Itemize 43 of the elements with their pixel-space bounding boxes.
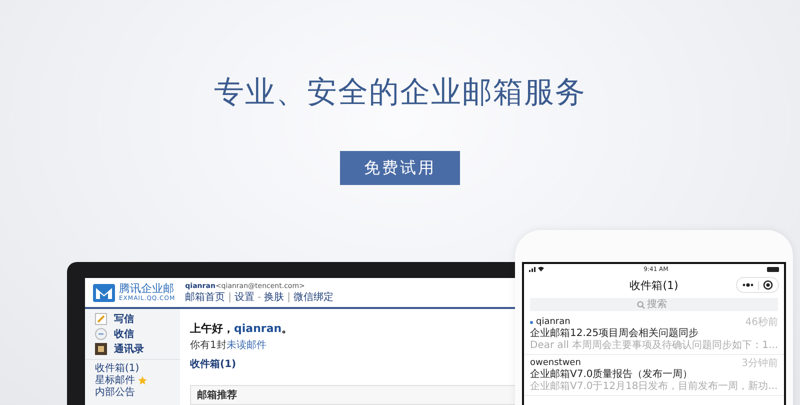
sender-name: qianran xyxy=(536,317,570,328)
mail-item[interactable]: owenstwen 3分钟前 企业邮箱V7.0质量报告（发布一周） 企业邮箱V7.0于12月18日发布，目前发布一周，新功... xyxy=(524,355,784,396)
sender-name: owenstwen xyxy=(530,358,581,368)
signal-icon xyxy=(529,266,545,272)
free-trial-button[interactable]: 免费试用 xyxy=(340,151,460,185)
folder-link[interactable]: 内部公告 xyxy=(95,385,135,399)
folder-link[interactable]: 收件箱(1) xyxy=(95,361,140,375)
sidebar-action[interactable]: 通讯录 xyxy=(95,341,180,356)
sidebar-action[interactable]: 写信 xyxy=(95,311,180,326)
inbox-link[interactable]: 收件箱(1) xyxy=(190,357,236,371)
inbox-title: 收件箱(1) xyxy=(630,278,678,292)
envelope-logo-icon xyxy=(93,284,115,302)
folder-link[interactable]: 星标邮件 xyxy=(95,373,135,387)
mail-subject: 企业邮箱12.25项目周会相关问题同步 xyxy=(530,328,700,340)
headline: 专业、安全的企业邮箱服务 xyxy=(214,74,586,112)
nav-separator: - xyxy=(258,292,262,304)
inbox-icon xyxy=(95,328,107,340)
more-icon[interactable] xyxy=(742,283,754,287)
star-icon xyxy=(138,376,147,384)
nav-link[interactable]: 设置 xyxy=(234,292,255,304)
mail-time: 3分钟前 xyxy=(742,358,778,369)
search-icon xyxy=(637,300,645,308)
nav-link[interactable]: 邮箱首页 xyxy=(185,292,226,304)
sidebar-action[interactable]: 收信 xyxy=(95,326,180,341)
pencil-icon xyxy=(95,312,107,324)
nav-separator: | xyxy=(228,292,232,304)
panel-title: 邮箱推荐 xyxy=(197,388,238,402)
nav-link[interactable]: 换肤 xyxy=(264,292,284,304)
mail-preview: 企业邮箱V7.0于12月18日发布，目前发布一周，新功... xyxy=(530,381,778,393)
greeting: 上午好，qianran。 xyxy=(190,322,293,336)
nav-link[interactable]: 微信绑定 xyxy=(294,292,334,304)
mail-preview: Dear all 本周周会主要事项及待确认问题同步如下：1... xyxy=(530,340,778,352)
unread-notice: 你有1封未读邮件 xyxy=(190,340,266,352)
mail-time: 46秒前 xyxy=(745,317,778,328)
address-book-icon xyxy=(95,342,107,354)
unread-link[interactable]: 未读邮件 xyxy=(226,340,266,351)
mail-item[interactable]: qianran 46秒前 企业邮箱12.25项目周会相关问题同步 Dear all 本周周会主要事项及待确认问题同步如下：1... xyxy=(524,314,784,355)
battery-icon xyxy=(766,266,779,272)
search-input[interactable]: 搜索 xyxy=(647,299,671,310)
nav-separator: | xyxy=(287,292,291,304)
logo-name: 腾讯企业邮 xyxy=(119,283,175,295)
user-link[interactable]: qianran xyxy=(234,322,282,335)
mail-subject: 企业邮箱V7.0质量报告（发布一周） xyxy=(530,369,694,380)
